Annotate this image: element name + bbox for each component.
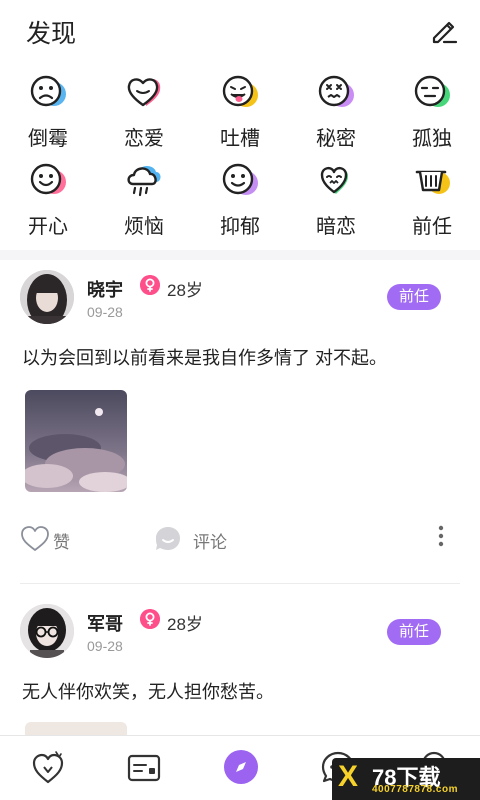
section-divider xyxy=(0,250,480,260)
like-button[interactable]: 赞 xyxy=(53,528,70,553)
post-content[interactable]: 以为会回到以前看来是我自作多情了 对不起。 xyxy=(22,344,387,370)
post-divider xyxy=(20,583,460,584)
mood-item-fannao[interactable]: 烦恼 xyxy=(96,158,192,238)
nav-hearts-icon[interactable] xyxy=(30,750,66,786)
edit-icon[interactable] xyxy=(428,14,460,46)
mood-label: 秘密 xyxy=(316,128,356,150)
user-name[interactable]: 晓宇 xyxy=(87,276,123,302)
user-name[interactable]: 军哥 xyxy=(87,610,123,636)
mood-item-yiyu[interactable]: 抑郁 xyxy=(192,158,288,238)
user-age: 28岁 xyxy=(167,281,203,300)
heart-outline-icon[interactable] xyxy=(20,526,50,552)
nav-discover-button[interactable] xyxy=(224,750,258,784)
watermark-x: X xyxy=(338,760,359,793)
category-tag[interactable]: 前任 xyxy=(387,619,441,645)
avatar[interactable] xyxy=(20,270,74,324)
mood-item-qianren[interactable]: 前任 xyxy=(384,158,480,238)
mood-item-mimi[interactable]: 秘密 xyxy=(288,70,384,150)
mood-label: 抑郁 xyxy=(220,216,260,238)
heart-face-icon xyxy=(127,78,161,107)
mood-label: 恋爱 xyxy=(124,128,164,150)
lonely-face-icon xyxy=(414,75,450,107)
comment-button[interactable]: 评论 xyxy=(193,528,227,553)
watermark-url: 40077878​78.com xyxy=(372,784,458,795)
mood-label: 倒霉 xyxy=(28,128,68,150)
post-content[interactable]: 无人伴你欢笑，无人担你愁苦。 xyxy=(22,678,274,704)
female-icon xyxy=(140,275,160,295)
post-date: 09-28 xyxy=(87,304,123,320)
page-title: 发现 xyxy=(26,20,77,48)
nav-card-icon[interactable] xyxy=(126,750,162,786)
mood-item-gudu[interactable]: 孤独 xyxy=(384,70,480,150)
female-icon xyxy=(140,609,160,629)
mood-label: 开心 xyxy=(28,216,68,238)
mood-item-lianai[interactable]: 恋爱 xyxy=(96,70,192,150)
mood-label: 暗恋 xyxy=(316,216,356,238)
category-tag[interactable]: 前任 xyxy=(387,284,441,310)
post-card[interactable]: 晓宇 28岁 09-28 前任 以为会回到以前看来是我自作多情了 对不起。 赞 … xyxy=(0,260,480,585)
depressed-face-icon xyxy=(222,163,258,195)
happy-face-icon xyxy=(30,163,66,195)
shy-heart-icon xyxy=(320,167,348,194)
compass-icon xyxy=(236,762,246,772)
header-bar: 发现 xyxy=(0,0,480,60)
rain-cloud-icon xyxy=(127,166,161,197)
dizzy-face-icon xyxy=(318,75,354,107)
post-date: 09-28 xyxy=(87,638,123,654)
more-options-icon[interactable] xyxy=(434,524,448,550)
watermark-logo: X 78下载 40077878​78.com xyxy=(332,758,480,800)
sad-face-icon xyxy=(30,75,66,107)
avatar[interactable] xyxy=(20,604,74,658)
basket-icon xyxy=(415,170,450,194)
mood-label: 前任 xyxy=(412,216,452,238)
mood-item-daomei[interactable]: 倒霉 xyxy=(0,70,96,150)
mood-label: 吐槽 xyxy=(220,128,260,150)
post-photo-partial xyxy=(25,722,127,736)
mood-label: 烦恼 xyxy=(124,216,164,238)
mood-label: 孤独 xyxy=(412,128,452,150)
post-actions: 赞 评论 xyxy=(0,520,480,560)
post-photo[interactable] xyxy=(25,390,127,492)
mood-item-anlian[interactable]: 暗恋 xyxy=(288,158,384,238)
user-age: 28岁 xyxy=(167,615,203,634)
comment-icon[interactable] xyxy=(154,525,182,553)
post-card[interactable]: 军哥 28岁 09-28 前任 无人伴你欢笑，无人担你愁苦。 xyxy=(0,596,480,736)
mood-item-kaixin[interactable]: 开心 xyxy=(0,158,96,238)
mood-item-tucao[interactable]: 吐槽 xyxy=(192,70,288,150)
tongue-face-icon xyxy=(222,75,258,107)
